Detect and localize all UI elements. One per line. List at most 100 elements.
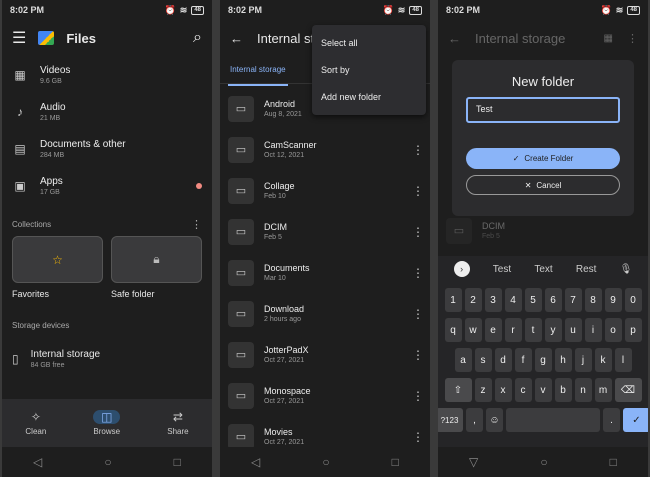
folder-row[interactable]: ▭ CamScanner Oct 12, 2021 ⋮	[220, 129, 430, 170]
search-icon[interactable]: ⌕	[193, 29, 202, 47]
key-p[interactable]: p	[624, 318, 642, 342]
more-vert-icon[interactable]: ⋮	[412, 430, 424, 444]
nav-share[interactable]: ⇄ Share	[167, 410, 188, 436]
key-n[interactable]: n	[574, 378, 592, 402]
more-vert-icon[interactable]: ⋮	[627, 32, 638, 45]
key-0[interactable]: 0	[624, 288, 642, 312]
key-l[interactable]: l	[614, 348, 632, 372]
backspace-key[interactable]: ⌫	[614, 378, 642, 402]
key-x[interactable]: x	[494, 378, 512, 402]
key-y[interactable]: y	[544, 318, 562, 342]
grid-view-icon[interactable]: ▦	[604, 33, 613, 44]
key-d[interactable]: d	[494, 348, 512, 372]
category-audio[interactable]: ♪ Audio 21 MB	[2, 93, 212, 130]
key-h[interactable]: h	[554, 348, 572, 372]
home-icon[interactable]: ○	[322, 455, 329, 469]
key-5[interactable]: 5	[524, 288, 542, 312]
symbols-key[interactable]: ?123	[438, 408, 463, 432]
folder-row[interactable]: ▭ DCIM Feb 5 ⋮	[220, 211, 430, 252]
suggestion-1[interactable]: Test	[493, 264, 511, 275]
folder-row[interactable]: ▭ Monospace Oct 27, 2021 ⋮	[220, 375, 430, 416]
folder-row[interactable]: ▭ Download 2 hours ago ⋮	[220, 293, 430, 334]
key-f[interactable]: f	[514, 348, 532, 372]
recents-icon[interactable]: □	[610, 455, 617, 469]
key-4[interactable]: 4	[504, 288, 522, 312]
folder-row[interactable]: ▭ Collage Feb 10 ⋮	[220, 170, 430, 211]
menu-icon[interactable]: ☰	[12, 28, 26, 48]
create-folder-button[interactable]: ✓ Create Folder	[466, 148, 620, 169]
key-m[interactable]: m	[594, 378, 612, 402]
folder-row[interactable]: ▭ Documents Mar 10 ⋮	[220, 252, 430, 293]
category-apps[interactable]: ▣ Apps 17 GB	[2, 167, 212, 204]
key-o[interactable]: o	[604, 318, 622, 342]
home-icon[interactable]: ○	[104, 455, 111, 469]
emoji-key[interactable]: ☺	[486, 408, 503, 432]
chevron-right-icon[interactable]: ›	[453, 261, 470, 277]
breadcrumb-item[interactable]: Internal storage	[230, 65, 286, 74]
key-a[interactable]: a	[454, 348, 472, 372]
breadcrumb-underline	[228, 84, 288, 86]
back-arrow-icon[interactable]: ←	[230, 31, 243, 46]
key-s[interactable]: s	[474, 348, 492, 372]
period-key[interactable]: .	[603, 408, 620, 432]
suggestion-2[interactable]: Text	[534, 264, 552, 275]
keyboard: › Test Text Rest 🎙︎ 1234567890 qwertyuio…	[438, 256, 648, 447]
more-vert-icon[interactable]: ⋮	[412, 307, 424, 321]
key-z[interactable]: z	[474, 378, 492, 402]
key-k[interactable]: k	[594, 348, 612, 372]
nav-browse[interactable]: ◫ Browse	[93, 410, 121, 436]
recents-icon[interactable]: □	[392, 455, 399, 469]
more-vert-icon[interactable]: ⋮	[412, 143, 424, 157]
more-vert-icon[interactable]: ⋮	[412, 266, 424, 280]
key-3[interactable]: 3	[484, 288, 502, 312]
more-vert-icon[interactable]: ⋮	[412, 184, 424, 198]
back-icon[interactable]: ◁	[251, 455, 260, 469]
comma-key[interactable]: ,	[466, 408, 483, 432]
menu-item-add-new-folder[interactable]: Add new folder	[312, 83, 426, 110]
menu-item-sort-by[interactable]: Sort by	[312, 56, 426, 83]
suggestion-3[interactable]: Rest	[576, 264, 597, 275]
back-icon[interactable]: ◁	[33, 455, 42, 469]
key-w[interactable]: w	[464, 318, 482, 342]
key-q[interactable]: q	[444, 318, 462, 342]
more-vert-icon[interactable]: ⋮	[412, 225, 424, 239]
key-r[interactable]: r	[504, 318, 522, 342]
key-v[interactable]: v	[534, 378, 552, 402]
key-c[interactable]: c	[514, 378, 532, 402]
folder-row[interactable]: ▭ JotterPadX Oct 27, 2021 ⋮	[220, 334, 430, 375]
key-u[interactable]: u	[564, 318, 582, 342]
category-videos[interactable]: ▦ Videos 9.6 GB	[2, 56, 212, 93]
favorites-card[interactable]: ☆	[12, 236, 103, 283]
back-arrow-icon[interactable]: ←	[448, 31, 461, 46]
home-icon[interactable]: ○	[540, 455, 547, 469]
nav-clean[interactable]: ✧ Clean	[25, 410, 46, 436]
more-vert-icon[interactable]: ⋮	[412, 348, 424, 362]
cancel-button[interactable]: ✕ Cancel	[466, 175, 620, 195]
key-6[interactable]: 6	[544, 288, 562, 312]
folder-name: Download	[264, 304, 305, 314]
enter-key[interactable]: ✓	[623, 408, 648, 432]
key-g[interactable]: g	[534, 348, 552, 372]
key-j[interactable]: j	[574, 348, 592, 372]
space-key[interactable]	[506, 408, 600, 432]
key-2[interactable]: 2	[464, 288, 482, 312]
key-7[interactable]: 7	[564, 288, 582, 312]
mic-icon[interactable]: 🎙︎	[620, 264, 633, 275]
key-t[interactable]: t	[524, 318, 542, 342]
more-vert-icon[interactable]: ⋮	[191, 218, 202, 231]
internal-storage-item[interactable]: ▯ Internal storage 84 GB free	[2, 337, 212, 381]
key-b[interactable]: b	[554, 378, 572, 402]
recents-icon[interactable]: □	[174, 455, 181, 469]
folder-name-input[interactable]: Test	[466, 97, 620, 123]
key-8[interactable]: 8	[584, 288, 602, 312]
shift-key[interactable]: ⇧	[444, 378, 472, 402]
key-e[interactable]: e	[484, 318, 502, 342]
key-9[interactable]: 9	[604, 288, 622, 312]
key-1[interactable]: 1	[444, 288, 462, 312]
more-vert-icon[interactable]: ⋮	[412, 389, 424, 403]
menu-item-select-all[interactable]: Select all	[312, 29, 426, 56]
safe-folder-card[interactable]: 🔒︎	[111, 236, 202, 283]
key-i[interactable]: i	[584, 318, 602, 342]
category-documents[interactable]: ▤ Documents & other 284 MB	[2, 130, 212, 167]
back-icon[interactable]: ▽	[469, 455, 478, 469]
